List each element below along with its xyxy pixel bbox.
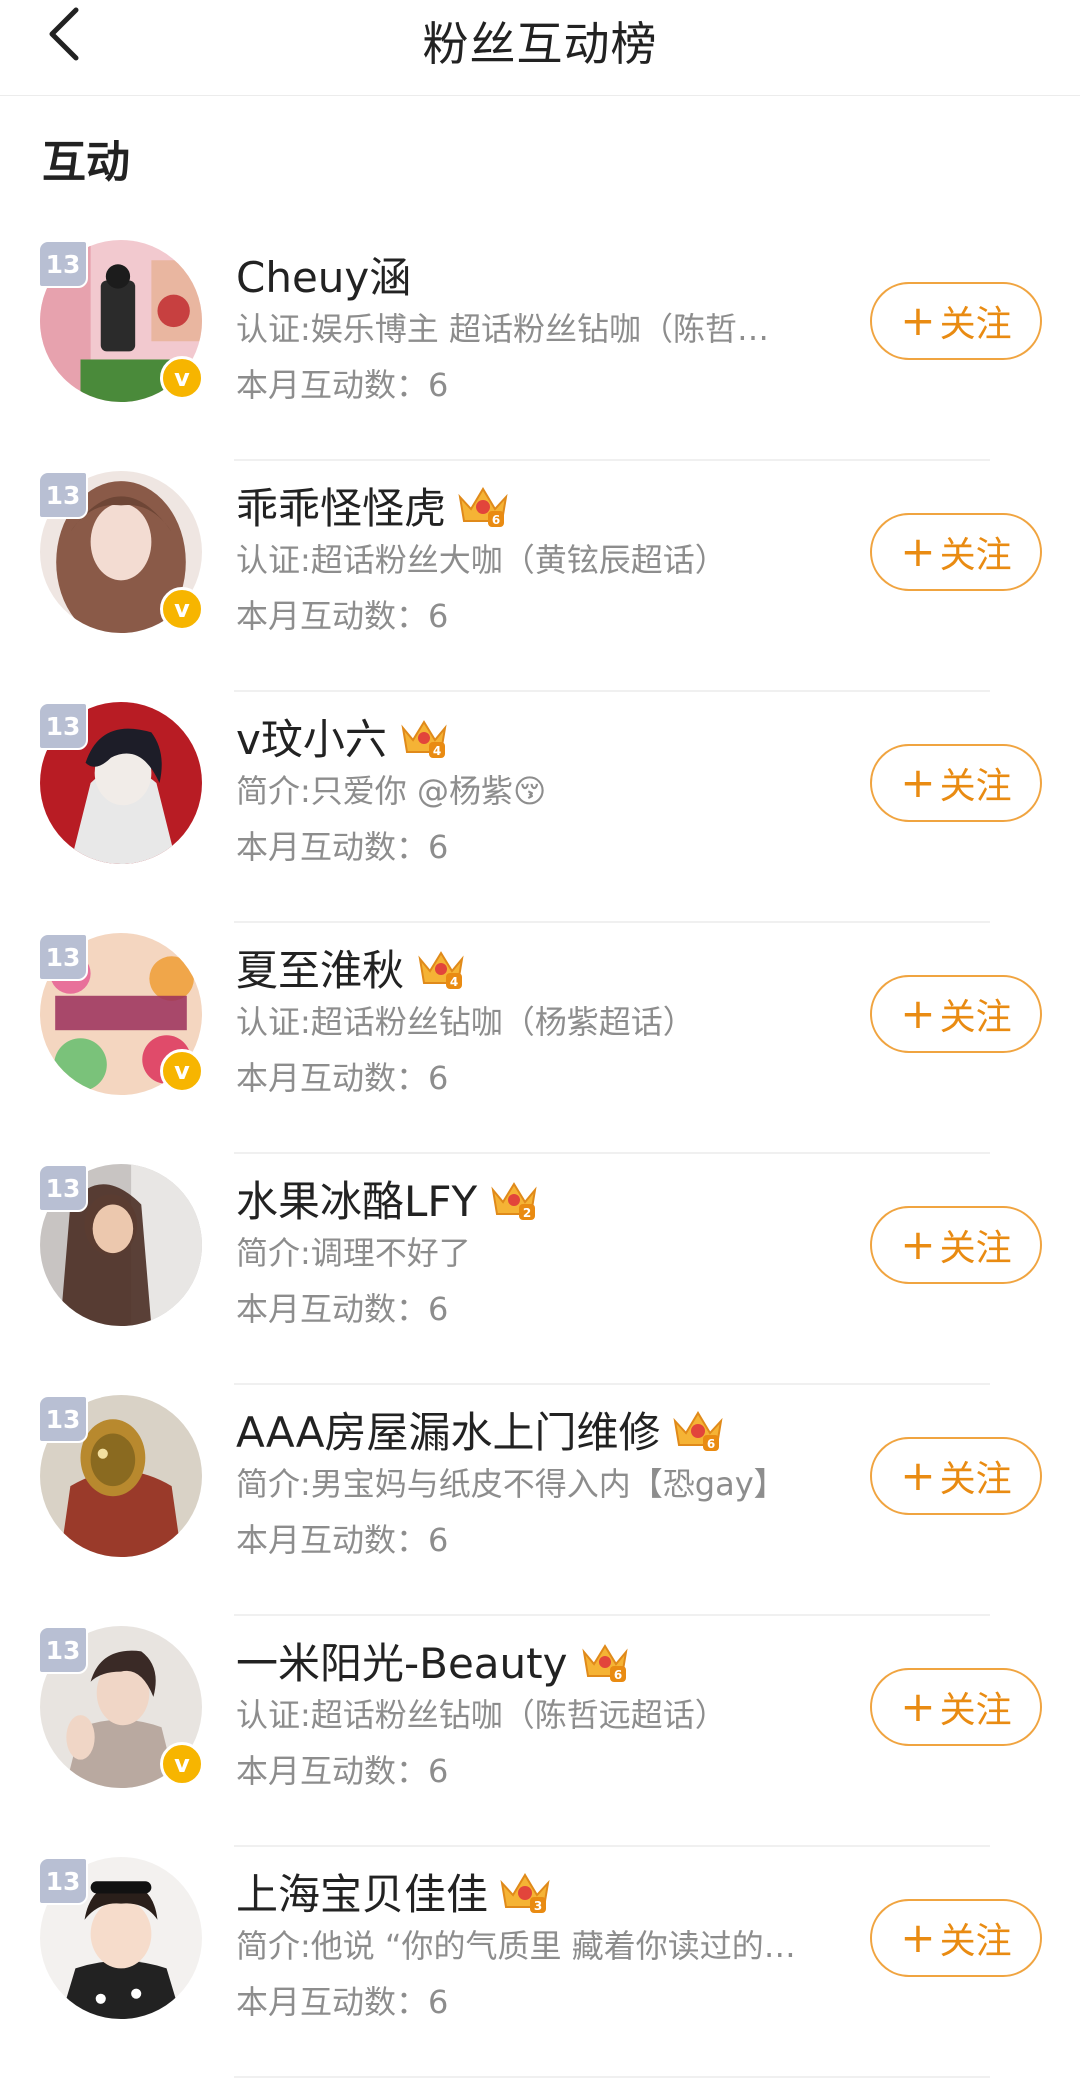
svg-text:4: 4 [433, 744, 441, 758]
list-item[interactable]: 13 v玟小六 4 简介:只爱你 @杨紫😚 本月互动数：6 + 关注 [0, 692, 1080, 923]
level-badge: 13 [38, 471, 88, 519]
interaction-count: 本月互动数：6 [236, 1059, 449, 1097]
follow-button[interactable]: + 关注 [870, 1668, 1042, 1746]
svg-text:6: 6 [706, 1437, 714, 1451]
interaction-count: 本月互动数：6 [236, 1983, 449, 2021]
follow-button[interactable]: + 关注 [870, 1899, 1042, 1977]
interaction-count: 本月互动数：6 [236, 597, 449, 635]
level-badge: 13 [38, 240, 88, 288]
follow-button[interactable]: + 关注 [870, 513, 1042, 591]
user-name[interactable]: 乖乖怪怪虎 [236, 475, 446, 536]
level-badge: 13 [38, 1626, 88, 1674]
user-description: 简介:调理不好了 [236, 1234, 471, 1272]
follow-label: 关注 [939, 997, 1012, 1038]
interaction-count: 本月互动数：6 [236, 1521, 449, 1559]
plus-icon: + [900, 1682, 936, 1731]
crown-icon: 4 [418, 950, 464, 989]
crown-icon: 6 [673, 1410, 723, 1451]
verified-icon: v [160, 356, 204, 400]
crown-icon: 4 [401, 719, 447, 758]
follow-label: 关注 [939, 535, 1012, 576]
user-name[interactable]: 上海宝贝佳佳 [236, 1861, 488, 1922]
crown-icon: 6 [581, 1643, 628, 1682]
user-description: 认证:超话粉丝钻咖（杨紫超话） [236, 1003, 695, 1041]
crown-icon: 2 [491, 1181, 537, 1220]
user-name[interactable]: 夏至淮秋 [236, 937, 404, 998]
level-badge: 13 [38, 1395, 88, 1443]
list-item[interactable]: 13 水果冰酪LFY 2 简介:调理不好了 本月互动数：6 + 关注 [0, 1154, 1080, 1385]
plus-icon: + [900, 296, 936, 345]
user-description: 认证:娱乐博主 超话粉丝钻咖（陈哲… [236, 310, 769, 348]
verified-icon: v [160, 1742, 204, 1786]
plus-icon: + [900, 527, 936, 576]
follow-label: 关注 [939, 1228, 1012, 1269]
plus-icon: + [900, 1451, 936, 1500]
interaction-count: 本月互动数：6 [236, 828, 449, 866]
follow-button[interactable]: + 关注 [870, 1206, 1042, 1284]
user-name[interactable]: AAA房屋漏水上门维修 [236, 1399, 661, 1460]
svg-text:6: 6 [492, 513, 500, 527]
plus-icon: + [900, 758, 936, 807]
level-badge: 13 [38, 702, 88, 750]
verified-icon: v [160, 1049, 204, 1093]
follow-label: 关注 [939, 766, 1012, 807]
level-badge: 13 [38, 1164, 88, 1212]
user-description: 简介:只爱你 @杨紫😚 [236, 772, 547, 810]
follow-button[interactable]: + 关注 [870, 744, 1042, 822]
follow-label: 关注 [939, 1921, 1012, 1962]
follow-label: 关注 [939, 1690, 1012, 1731]
svg-text:4: 4 [450, 975, 458, 989]
svg-text:2: 2 [523, 1206, 531, 1220]
follow-label: 关注 [939, 304, 1012, 345]
svg-text:6: 6 [613, 1668, 621, 1682]
follow-button[interactable]: + 关注 [870, 282, 1042, 360]
user-name[interactable]: Cheuy涵 [236, 244, 411, 305]
user-name[interactable]: 一米阳光-Beauty [236, 1630, 568, 1691]
follow-button[interactable]: + 关注 [870, 975, 1042, 1053]
verified-icon: v [160, 587, 204, 631]
plus-icon: + [900, 1220, 936, 1269]
svg-text:3: 3 [534, 1899, 542, 1913]
level-badge: 13 [38, 933, 88, 981]
list-item[interactable]: 13 上海宝贝佳佳 3 简介:他说 “你的气质里 藏着你读过的… 本月互动数：6… [0, 1847, 1080, 2078]
follow-label: 关注 [939, 1459, 1012, 1500]
list-item[interactable]: 13 v Cheuy涵 认证:娱乐博主 超话粉丝钻咖（陈哲… 本月互动数：6 +… [0, 230, 1080, 461]
crown-icon: 3 [500, 1872, 550, 1913]
interaction-count: 本月互动数：6 [236, 1752, 449, 1790]
follow-button[interactable]: + 关注 [870, 1437, 1042, 1515]
user-description: 认证:超话粉丝大咖（黄铉辰超话） [236, 541, 727, 579]
user-description: 认证:超话粉丝钻咖（陈哲远超话） [236, 1696, 727, 1734]
section-title: 互动 [42, 137, 130, 188]
page-title: 粉丝互动榜 [422, 17, 658, 71]
interaction-count: 本月互动数：6 [236, 366, 449, 404]
user-name[interactable]: v玟小六 [236, 706, 387, 767]
interaction-count: 本月互动数：6 [236, 1290, 449, 1328]
crown-icon: 6 [458, 486, 508, 527]
level-badge: 13 [38, 1857, 88, 1905]
top-nav-bar: 粉丝互动榜 [0, 0, 1080, 96]
plus-icon: + [900, 989, 936, 1038]
plus-icon: + [900, 1913, 936, 1962]
list-item[interactable]: 13 v 夏至淮秋 4 认证:超话粉丝钻咖（杨紫超话） 本月互动数：6 + 关注 [0, 923, 1080, 1154]
list-item[interactable]: 13 AAA房屋漏水上门维修 6 简介:男宝妈与纸皮不得入内【恐gay】 本月互… [0, 1385, 1080, 1616]
user-description: 简介:男宝妈与纸皮不得入内【恐gay】 [236, 1465, 786, 1503]
fan-list: 13 v Cheuy涵 认证:娱乐博主 超话粉丝钻咖（陈哲… 本月互动数：6 +… [0, 230, 1080, 2078]
list-item[interactable]: 13 v 一米阳光-Beauty 6 认证:超话粉丝钻咖（陈哲远超话） 本月互动… [0, 1616, 1080, 1847]
list-item[interactable]: 13 v 乖乖怪怪虎 6 认证:超话粉丝大咖（黄铉辰超话） 本月互动数：6 + … [0, 461, 1080, 692]
user-name[interactable]: 水果冰酪LFY [236, 1168, 477, 1229]
user-description: 简介:他说 “你的气质里 藏着你读过的… [236, 1927, 796, 1965]
